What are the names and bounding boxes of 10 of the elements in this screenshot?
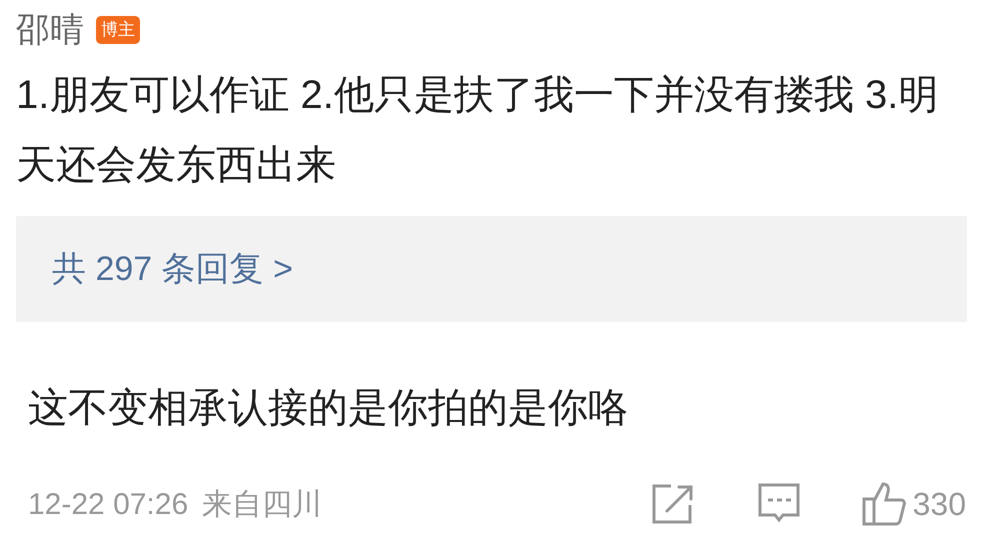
replies-link[interactable]: 共 297 条回复 > — [52, 244, 293, 294]
comment-time: 12-22 07:26 — [28, 486, 188, 522]
author-name[interactable]: 邵晴 — [16, 4, 84, 56]
thumbs-up-icon[interactable] — [860, 481, 909, 527]
share-icon[interactable] — [650, 483, 695, 525]
post-text: 1.朋友可以作证 2.他只是扶了我一下并没有搂我 3.明天还会发东西出来 — [16, 72, 940, 189]
like-count: 330 — [912, 485, 966, 524]
author-badge: 博主 — [96, 16, 140, 44]
comment-location: 来自四川 — [202, 486, 322, 522]
comment-text: 这不变相承认接的是你拍的是你咯 — [27, 385, 629, 432]
